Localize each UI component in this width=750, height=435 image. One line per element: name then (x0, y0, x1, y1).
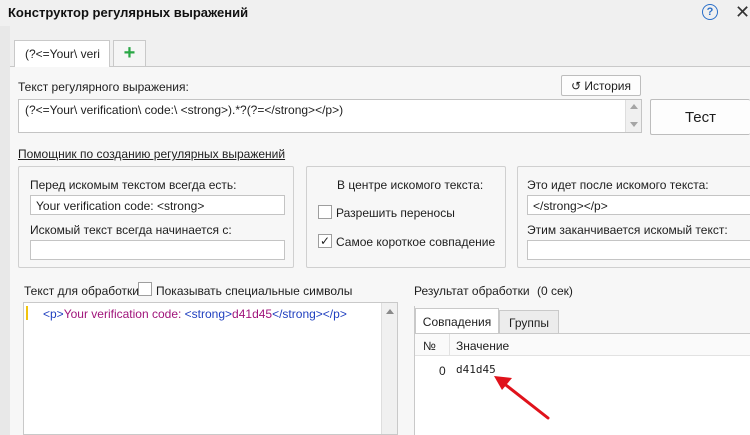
scroll-up-icon[interactable] (386, 309, 394, 314)
ends-label: Этим заканчивается искомый текст: (527, 223, 728, 237)
token-strong-close: </strong> (272, 307, 323, 321)
scroll-down-icon[interactable] (630, 122, 638, 127)
tab-regex[interactable]: (?<=Your\ veri (14, 40, 110, 67)
tab-groups[interactable]: Группы (499, 310, 559, 333)
show-special-label: Показывать специальные символы (156, 284, 353, 298)
source-scrollbar[interactable] (381, 303, 397, 434)
center-label: В центре искомого текста: (337, 178, 484, 192)
allow-breaks-checkbox[interactable] (318, 205, 332, 219)
before-input[interactable]: Your verification code: <strong> (30, 195, 285, 215)
add-tab-button[interactable]: + (113, 40, 146, 66)
after-value: </strong></p> (533, 199, 608, 213)
token-match: d41d45 (232, 307, 273, 321)
show-special-checkbox[interactable] (138, 282, 152, 296)
col-divider (449, 334, 450, 356)
regex-scrollbar[interactable] (625, 100, 641, 132)
result-time: (0 сек) (537, 284, 573, 298)
token-p-open: <p> (43, 307, 64, 321)
source-editor[interactable]: <p>Your verification code: <strong>d41d4… (23, 302, 398, 435)
after-label: Это идет после искомого текста: (527, 178, 709, 192)
after-input[interactable]: </strong></p> (527, 195, 750, 215)
regex-input[interactable]: (?<=Your\ verification\ code:\ <strong>)… (18, 99, 642, 133)
annotation-arrow-icon (494, 376, 550, 420)
table-header: № Значение (415, 334, 750, 356)
source-label: Текст для обработки (24, 284, 140, 298)
regex-value: (?<=Your\ verification\ code:\ <strong>)… (25, 103, 344, 117)
left-strip (0, 26, 10, 435)
shortest-label: Самое короткое совпадение (336, 235, 496, 249)
regex-label: Текст регулярного выражения: (18, 80, 189, 94)
editor-margin-marker (26, 306, 28, 320)
help-icon[interactable]: ? (702, 4, 718, 20)
scroll-up-icon[interactable] (630, 104, 638, 109)
ends-input[interactable] (527, 240, 750, 260)
tab-matches[interactable]: Совпадения (415, 308, 499, 333)
token-strong-open: <strong> (184, 307, 233, 321)
history-button-label: История (584, 79, 631, 93)
starts-input[interactable] (30, 240, 285, 260)
before-value: Your verification code: <strong> (36, 199, 205, 213)
row-number: 0 (439, 364, 446, 378)
source-line: <p>Your verification code: <strong>d41d4… (43, 307, 347, 321)
before-label: Перед искомым текстом всегда есть: (30, 178, 237, 192)
close-icon[interactable]: ✕ (735, 2, 750, 23)
history-icon: ↺ (571, 79, 582, 93)
table-row[interactable]: 0 d41d45 (415, 360, 750, 378)
token-p-close: </p> (322, 307, 347, 321)
history-button[interactable]: ↺ История (561, 75, 641, 96)
matches-table: № Значение 0 d41d45 (415, 333, 750, 435)
token-text: Your verification code: (63, 307, 185, 321)
test-button[interactable]: Тест (650, 99, 750, 135)
shortest-checkbox[interactable]: ✓ (318, 234, 332, 248)
starts-label: Искомый текст всегда начинается с: (30, 223, 232, 237)
col-value: Значение (456, 339, 510, 353)
helper-link[interactable]: Помощник по созданию регулярных выражени… (18, 147, 285, 161)
col-number: № (423, 339, 436, 353)
result-label: Результат обработки (414, 284, 530, 298)
window-title: Конструктор регулярных выражений (8, 5, 249, 20)
allow-breaks-label: Разрешить переносы (336, 206, 455, 220)
